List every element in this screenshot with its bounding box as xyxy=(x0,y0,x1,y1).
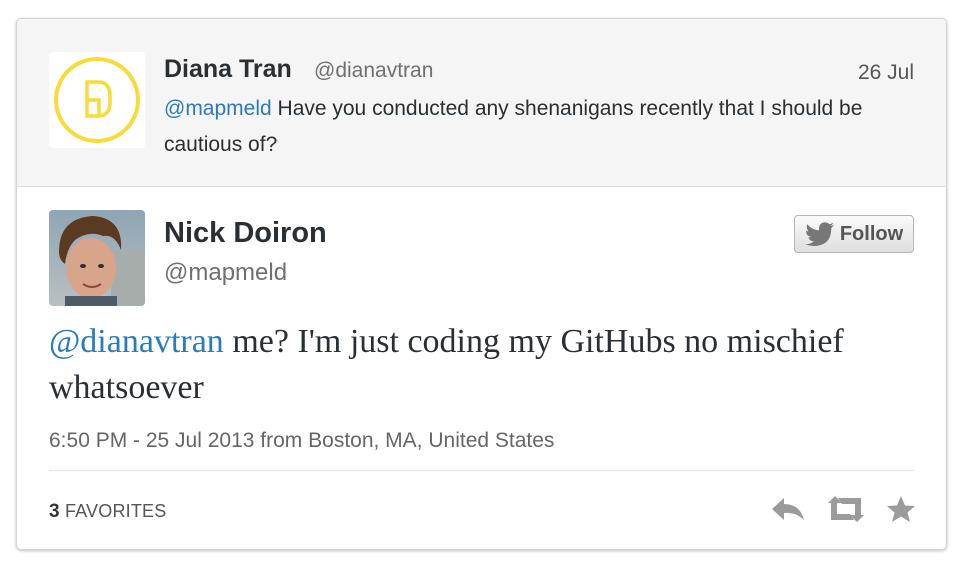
twitter-bird-icon xyxy=(804,222,834,246)
parent-avatar[interactable] xyxy=(49,52,145,148)
parent-author-handle[interactable]: @dianavtran xyxy=(314,59,433,83)
retweet-icon[interactable] xyxy=(826,495,866,523)
author-name[interactable]: Nick Doiron xyxy=(164,217,327,250)
in-reply-to-tweet[interactable]: Diana Tran @dianavtran 26 Jul @mapmeld H… xyxy=(17,19,946,187)
divider xyxy=(49,470,914,471)
parent-author-name[interactable]: Diana Tran xyxy=(164,55,292,84)
profile-photo xyxy=(49,210,145,306)
author-handle[interactable]: @mapmeld xyxy=(164,259,287,287)
star-icon[interactable] xyxy=(886,495,916,523)
tweet-actions xyxy=(770,495,916,523)
embedded-tweet-card: Diana Tran @dianavtran 26 Jul @mapmeld H… xyxy=(16,18,947,550)
follow-button[interactable]: Follow xyxy=(794,215,914,253)
yellow-circle-logo-icon xyxy=(54,57,140,143)
main-avatar[interactable] xyxy=(49,210,145,306)
tweet-text: @dianavtran me? I'm just coding my GitHu… xyxy=(49,319,909,411)
favorites-count[interactable]: 3 FAVORITES xyxy=(49,501,166,523)
mention-link[interactable]: @dianavtran xyxy=(49,323,224,360)
reply-icon[interactable] xyxy=(770,496,806,522)
parent-mention-link[interactable]: @mapmeld xyxy=(164,97,272,120)
parent-date[interactable]: 26 Jul xyxy=(858,61,914,85)
follow-label: Follow xyxy=(839,222,904,245)
parent-tweet-text: @mapmeld Have you conducted any shenanig… xyxy=(164,91,884,163)
favorites-label: FAVORITES xyxy=(64,501,167,521)
favorites-number: 3 xyxy=(49,501,60,522)
tweet-timestamp-location[interactable]: 6:50 PM - 25 Jul 2013 from Boston, MA, U… xyxy=(49,429,554,453)
